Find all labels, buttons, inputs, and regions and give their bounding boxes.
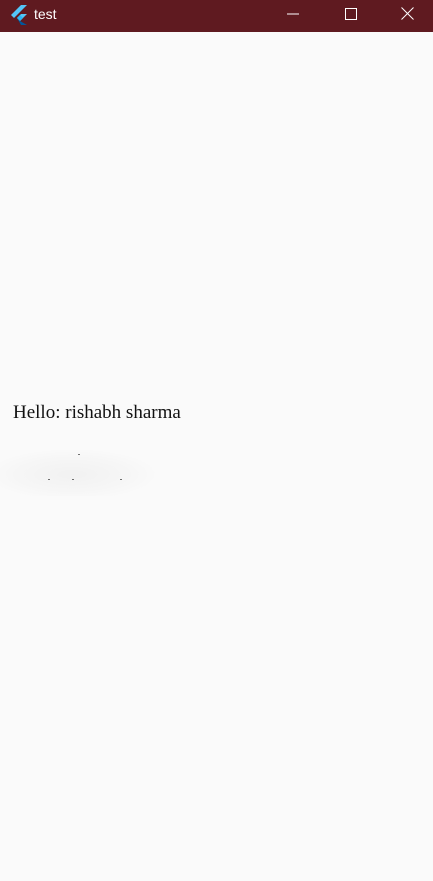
minimize-button[interactable] — [264, 0, 322, 32]
close-icon — [400, 7, 414, 25]
flutter-logo-icon — [10, 5, 28, 25]
artifact-dot — [72, 479, 74, 480]
maximize-button[interactable] — [322, 0, 380, 32]
app-window: test Hello: rishabh sharma — [0, 0, 433, 881]
title-bar[interactable]: test — [0, 0, 433, 32]
greeting-text: Hello: rishabh sharma — [13, 402, 181, 423]
artifact-dot — [78, 454, 80, 455]
artifact-dot — [48, 479, 50, 480]
window-title: test — [34, 6, 57, 22]
artifact-dot — [120, 479, 122, 480]
faded-shadow-artifact — [0, 448, 160, 496]
close-button[interactable] — [381, 0, 433, 32]
main-content: Hello: rishabh sharma — [0, 32, 433, 881]
maximize-icon — [345, 7, 357, 25]
minimize-icon — [287, 7, 299, 25]
